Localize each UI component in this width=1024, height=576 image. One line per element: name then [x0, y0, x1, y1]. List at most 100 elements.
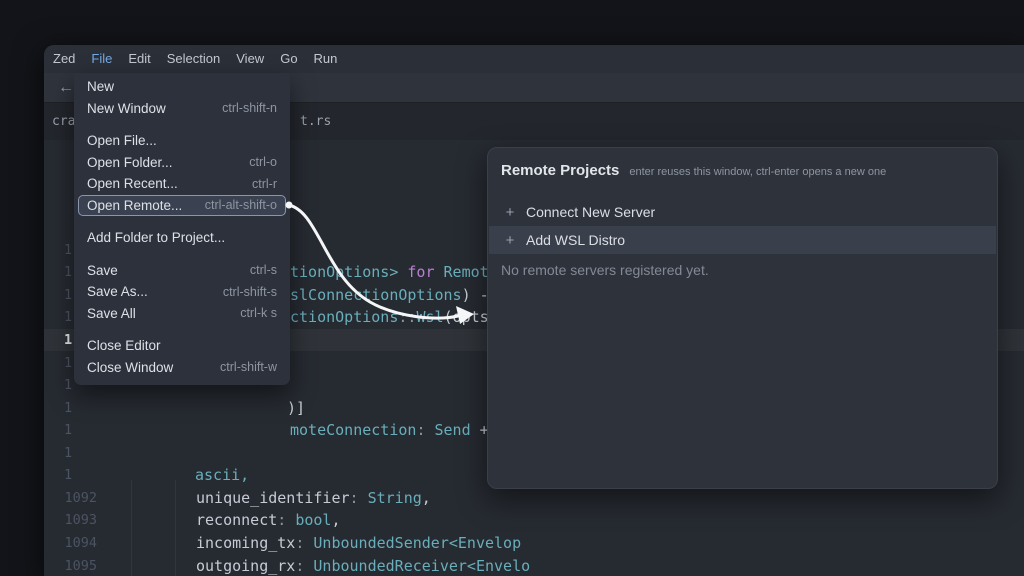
code-token: UnboundedSender<Envelop — [313, 534, 521, 552]
breadcrumb-path-start: cra — [52, 103, 75, 140]
code-token: Wsl — [416, 308, 443, 326]
dialog-item-label: Connect New Server — [526, 204, 655, 220]
code-token: Send — [435, 421, 471, 439]
code-token: tionOptions> — [290, 263, 407, 281]
menu-item-label: New Window — [87, 101, 166, 116]
menu-item-label: Save All — [87, 306, 136, 321]
line-number-partial: 1 — [64, 352, 72, 374]
code-token: ascii, — [195, 466, 249, 484]
menu-item-label: Open File... — [87, 133, 157, 148]
breadcrumb-path-end: t.rs — [300, 103, 331, 140]
menu-item-label: Save — [87, 263, 118, 278]
line-number-partial: 1 — [64, 261, 72, 283]
code-token: incoming_tx — [196, 534, 295, 552]
code-line[interactable]: incoming_tx: UnboundedSender<Envelop — [196, 532, 521, 554]
plus-icon: + — [502, 204, 518, 221]
menu-group: Open File... Open Folder... ctrl-o Open Rec… — [74, 130, 290, 216]
menu-item-label: Close Window — [87, 360, 173, 375]
menu-group: Add Folder to Project... — [74, 227, 290, 249]
remote-projects-dialog: Remote Projects enter reuses this window… — [487, 147, 998, 489]
menu-item-save-all[interactable]: Save Allctrl-k s — [78, 303, 286, 325]
code-line[interactable]: moteConnection: Send + S — [290, 419, 507, 441]
line-number: 1093 — [64, 509, 97, 531]
code-line[interactable]: unique_identifier: String, — [196, 487, 431, 509]
dialog-hint: enter reuses this window, ctrl-enter ope… — [629, 166, 886, 178]
menubar-item-edit[interactable]: Edit — [120, 45, 158, 73]
code-token: ctionOptions — [290, 308, 398, 326]
code-line[interactable]: outgoing_rx: UnboundedReceiver<Envelo — [196, 555, 530, 576]
code-token: outgoing_rx — [196, 557, 295, 575]
menu-item-new-window[interactable]: New Window ctrl-shift-n — [78, 98, 286, 120]
code-token: :: — [398, 308, 416, 326]
line-number-partial: 1 — [64, 239, 72, 261]
menu-item-new[interactable]: New — [78, 76, 286, 98]
dialog-title: Remote Projects — [501, 162, 619, 179]
menu-item-shortcut: ctrl-shift-w — [220, 360, 277, 374]
menubar: ZedFileEditSelectionViewGoRun — [44, 45, 1024, 73]
menu-item-add-folder-to-project[interactable]: Add Folder to Project... — [78, 227, 286, 249]
code-token: UnboundedReceiver<Envelo — [313, 557, 530, 575]
code-token: slConnectionOptions — [290, 286, 462, 304]
menu-group: New New Window ctrl-shift-n — [74, 76, 290, 119]
zed-window: ZedFileEditSelectionViewGoRun ← cra t.rs… — [44, 45, 1024, 576]
menu-item-save[interactable]: Savectrl-s — [78, 260, 286, 282]
empty-state-text: No remote servers registered yet. — [501, 260, 709, 280]
line-number-partial: 1 — [64, 329, 72, 351]
code-token: : — [295, 534, 313, 552]
code-line[interactable]: reconnect: bool, — [196, 509, 341, 531]
code-token: : — [350, 489, 368, 507]
menu-item-shortcut: ctrl-o — [249, 155, 277, 169]
code-token: for — [407, 263, 434, 281]
code-token: : — [277, 511, 295, 529]
plus-icon: + — [502, 232, 518, 249]
code-token: )] — [287, 399, 305, 417]
code-token: reconnect — [196, 511, 277, 529]
menu-item-shortcut: ctrl-shift-s — [223, 285, 277, 299]
dialog-item-add-wsl-distro[interactable]: +Add WSL Distro — [489, 226, 996, 254]
menubar-item-go[interactable]: Go — [272, 45, 305, 73]
code-line[interactable]: ctionOptions::Wsl(opts) — [290, 306, 498, 328]
menu-item-save-as[interactable]: Save As... ctrl-shift-s — [78, 281, 286, 303]
menu-item-open-recent[interactable]: Open Recent... ctrl-r — [78, 173, 286, 195]
code-line[interactable]: tionOptions> for RemoteC — [290, 261, 507, 283]
menu-item-open-folder[interactable]: Open Folder... ctrl-o — [78, 152, 286, 174]
menu-group: Close Editor Close Window ctrl-shift-w — [74, 335, 290, 378]
menubar-item-run[interactable]: Run — [306, 45, 346, 73]
menubar-item-view[interactable]: View — [228, 45, 272, 73]
menu-item-label: Open Folder... — [87, 155, 173, 170]
indent-guide — [131, 480, 132, 576]
menu-item-close-window[interactable]: Close Window ctrl-shift-w — [78, 357, 286, 379]
menu-item-close-editor[interactable]: Close Editor — [78, 335, 286, 357]
line-number: 1092 — [64, 487, 97, 509]
code-token: : — [295, 557, 313, 575]
menu-item-label: Save As... — [87, 284, 148, 299]
dialog-item-connect-new-server[interactable]: + Connect New Server — [489, 198, 996, 226]
dialog-header: Remote Projects enter reuses this window… — [501, 162, 886, 179]
line-number: 1095 — [64, 555, 97, 576]
menubar-item-selection[interactable]: Selection — [159, 45, 228, 73]
menu-group: Savectrl-s Save As... ctrl-shift-s Save All… — [74, 260, 290, 325]
menu-item-shortcut: ctrl-alt-shift-o — [205, 198, 277, 212]
code-token: String — [368, 489, 422, 507]
code-token: bool — [295, 511, 331, 529]
code-token: , — [422, 489, 431, 507]
indent-guide — [175, 480, 176, 576]
line-number: 1094 — [64, 532, 97, 554]
line-number-partial: 1 — [64, 306, 72, 328]
menu-item-shortcut: ctrl-r — [252, 177, 277, 191]
line-number-partial: 1 — [64, 442, 72, 464]
line-number-partial: 1 — [64, 397, 72, 419]
code-token: : — [416, 421, 434, 439]
code-line[interactable]: ascii, — [195, 464, 249, 486]
menubar-item-file[interactable]: File — [83, 45, 120, 73]
menu-item-label: Open Recent... — [87, 176, 178, 191]
line-number-partial: 1 — [64, 464, 72, 486]
menu-item-open-remote[interactable]: Open Remote...ctrl-alt-shift-o — [78, 195, 286, 217]
line-number-partial: 1 — [64, 284, 72, 306]
code-line[interactable]: slConnectionOptions) -> — [290, 284, 507, 306]
menubar-item-zed[interactable]: Zed — [45, 45, 83, 73]
code-line[interactable]: )] — [287, 397, 305, 419]
code-token: moteConnection — [290, 421, 416, 439]
menu-item-shortcut: ctrl-shift-n — [222, 101, 277, 115]
menu-item-open-file[interactable]: Open File... — [78, 130, 286, 152]
